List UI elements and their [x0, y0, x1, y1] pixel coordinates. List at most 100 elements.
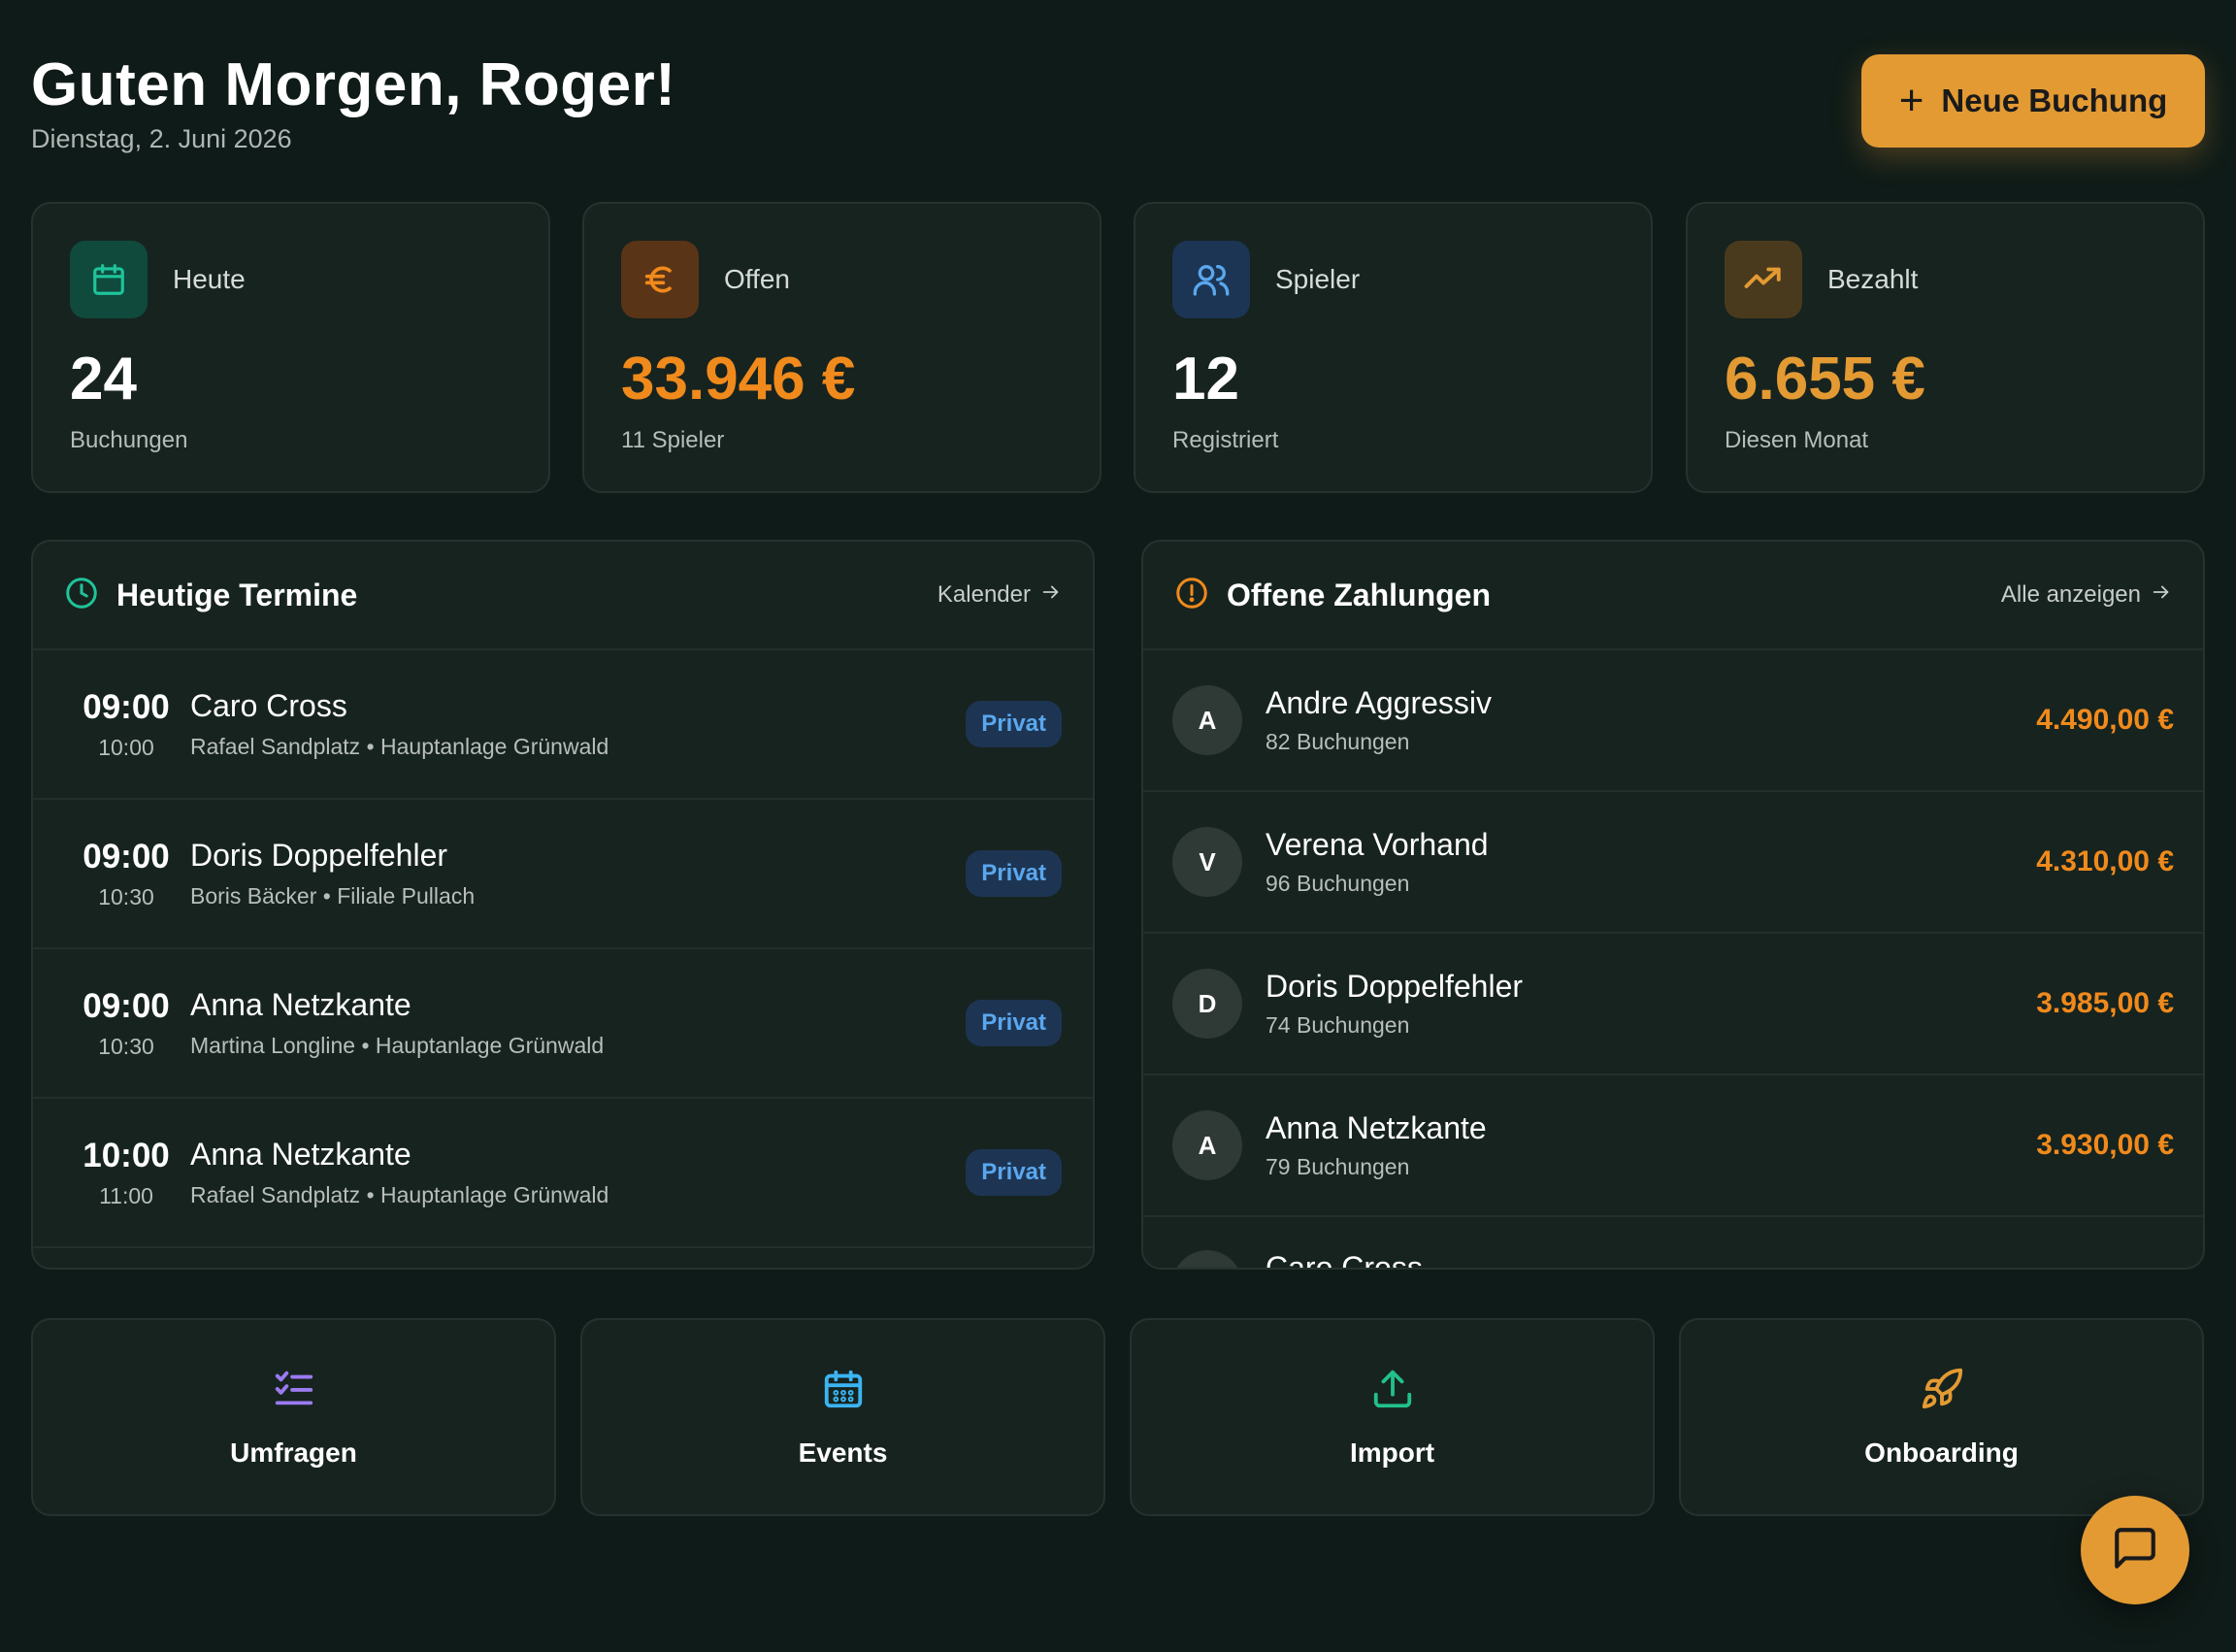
stats-row: Heute 24 Buchungen Offen 33.946 € 11 Spi… [31, 202, 2205, 493]
payment-name: Caro Cross [1266, 1250, 1423, 1270]
appointment-start: 09:00 [82, 837, 170, 876]
payment-name: Verena Vorhand [1266, 827, 1489, 862]
avatar: V [1172, 827, 1242, 897]
page-header: Guten Morgen, Roger! Dienstag, 2. Juni 2… [31, 50, 2205, 157]
appointment-end: 10:30 [98, 883, 154, 909]
stat-value: 12 [1172, 346, 1239, 413]
new-booking-button[interactable]: + Neue Buchung [1861, 54, 2205, 148]
payment-bookings: 82 Buchungen [1266, 729, 1410, 754]
stat-value: 6.655 € [1725, 346, 1925, 413]
appointment-name: Caro Cross [190, 688, 347, 723]
chat-button[interactable] [2081, 1496, 2189, 1604]
appointment-end: 10:00 [98, 734, 154, 760]
users-icon [1172, 241, 1250, 318]
quick-action-label: Umfragen [230, 1437, 357, 1468]
show-all-link-label: Alle anzeigen [2000, 581, 2141, 608]
chat-icon [2111, 1524, 2159, 1577]
payment-row[interactable]: V Verena Vorhand 96 Buchungen 4.310,00 € [1143, 792, 2203, 934]
appointment-place: Rafael Sandplatz • Hauptanlage Grünwald [190, 1182, 609, 1207]
appointment-row[interactable]: 10:00 11:00 Anna Netzkante Rafael Sandpl… [33, 1099, 1093, 1248]
payment-row[interactable]: C Caro Cross [1143, 1217, 2203, 1270]
quick-action-import[interactable]: Import [1130, 1318, 1655, 1516]
payment-row[interactable]: A Anna Netzkante 79 Buchungen 3.930,00 € [1143, 1075, 2203, 1217]
quick-action-label: Import [1349, 1437, 1435, 1468]
payment-amount: 3.985,00 € [2036, 987, 2174, 1019]
appointment-start: 09:00 [82, 687, 170, 726]
rocket-icon [1920, 1367, 1964, 1416]
payment-row[interactable]: A Andre Aggressiv 82 Buchungen 4.490,00 … [1143, 650, 2203, 792]
stat-value: 33.946 € [621, 346, 856, 413]
stat-sub: Diesen Monat [1725, 427, 1869, 453]
arrow-right-icon [1040, 581, 1062, 610]
calendar-grid-icon [821, 1367, 866, 1416]
quick-action-surveys[interactable]: Umfragen [31, 1318, 556, 1516]
panel-header: Heutige Termine Kalender [33, 542, 1093, 650]
appointment-type-badge: Privat [966, 1000, 1062, 1046]
appointment-type-badge: Privat [966, 850, 1062, 897]
clock-icon [64, 576, 99, 615]
stat-label: Offen [724, 264, 790, 294]
calendar-icon [70, 241, 148, 318]
stat-label: Spieler [1275, 264, 1361, 294]
payment-row[interactable]: D Doris Doppelfehler 74 Buchungen 3.985,… [1143, 934, 2203, 1075]
open-payments-panel: Offene Zahlungen Alle anzeigen A Andre A… [1141, 540, 2205, 1270]
payment-name: Andre Aggressiv [1266, 685, 1493, 720]
payment-bookings: 79 Buchungen [1266, 1154, 1410, 1179]
appointment-type-badge: Privat [966, 1149, 1062, 1196]
payment-bookings: 96 Buchungen [1266, 871, 1410, 896]
upload-icon [1370, 1367, 1415, 1416]
show-all-link[interactable]: Alle anzeigen [2001, 581, 2172, 610]
stat-card-players: Spieler 12 Registriert [1134, 202, 1653, 493]
appointment-row[interactable]: 09:00 10:30 Doris Doppelfehler Boris Bäc… [33, 800, 1093, 949]
payment-name: Anna Netzkante [1266, 1110, 1487, 1145]
avatar: A [1172, 1110, 1242, 1180]
payment-amount: 4.490,00 € [2036, 704, 2174, 736]
payment-bookings: 74 Buchungen [1266, 1012, 1410, 1038]
plus-icon: + [1898, 77, 1924, 124]
quick-action-events[interactable]: Events [580, 1318, 1105, 1516]
appointment-type-badge: Privat [966, 701, 1062, 747]
appointment-row[interactable]: 09:00 10:30 Anna Netzkante Martina Longl… [33, 949, 1093, 1099]
appointment-end: 10:30 [98, 1033, 154, 1059]
stat-card-open: Offen 33.946 € 11 Spieler [582, 202, 1102, 493]
appointment-start: 10:00 [82, 1136, 170, 1174]
payment-amount: 3.930,00 € [2036, 1129, 2174, 1161]
appointment-place: Martina Longline • Hauptanlage Grünwald [190, 1033, 605, 1058]
appointment-name: Anna Netzkante [190, 1137, 411, 1172]
calendar-link[interactable]: Kalender [937, 581, 1062, 610]
panel-title: Offene Zahlungen [1227, 577, 1491, 612]
stat-card-paid: Bezahlt 6.655 € Diesen Monat [1686, 202, 2205, 493]
payment-amount: 4.310,00 € [2036, 845, 2174, 877]
stat-sub: Registriert [1172, 427, 1279, 453]
todays-appointments-panel: Heutige Termine Kalender 09:00 10:00 Car… [31, 540, 1095, 1270]
appointment-name: Anna Netzkante [190, 987, 411, 1022]
avatar: C [1172, 1250, 1242, 1268]
stat-label: Heute [173, 264, 246, 294]
panel-title: Heutige Termine [116, 577, 358, 612]
stat-card-today: Heute 24 Buchungen [31, 202, 550, 493]
appointment-place: Boris Bäcker • Filiale Pullach [190, 883, 476, 909]
stat-value: 24 [70, 346, 137, 413]
appointment-place: Rafael Sandplatz • Hauptanlage Grünwald [190, 734, 609, 759]
avatar: A [1172, 685, 1242, 755]
euro-icon [621, 241, 699, 318]
stat-sub: 11 Spieler [621, 427, 725, 453]
appointment-end: 11:00 [99, 1182, 153, 1208]
new-booking-label: Neue Buchung [1941, 83, 2168, 118]
calendar-link-label: Kalender [937, 581, 1031, 608]
trending-up-icon [1725, 241, 1802, 318]
alert-circle-icon [1174, 576, 1209, 615]
arrow-right-icon [2151, 581, 2172, 610]
avatar: D [1172, 969, 1242, 1039]
quick-action-onboarding[interactable]: Onboarding [1679, 1318, 2204, 1516]
quick-action-label: Events [798, 1437, 888, 1468]
appointment-name: Doris Doppelfehler [190, 838, 448, 873]
stat-label: Bezahlt [1827, 264, 1919, 294]
appointment-row[interactable]: 09:00 10:00 Caro Cross Rafael Sandplatz … [33, 650, 1093, 800]
panel-header: Offene Zahlungen Alle anzeigen [1143, 542, 2203, 650]
appointment-start: 09:00 [82, 986, 170, 1025]
checklist-icon [272, 1367, 316, 1416]
payment-name: Doris Doppelfehler [1266, 969, 1524, 1004]
quick-action-label: Onboarding [1864, 1437, 2019, 1468]
stat-sub: Buchungen [70, 427, 188, 453]
